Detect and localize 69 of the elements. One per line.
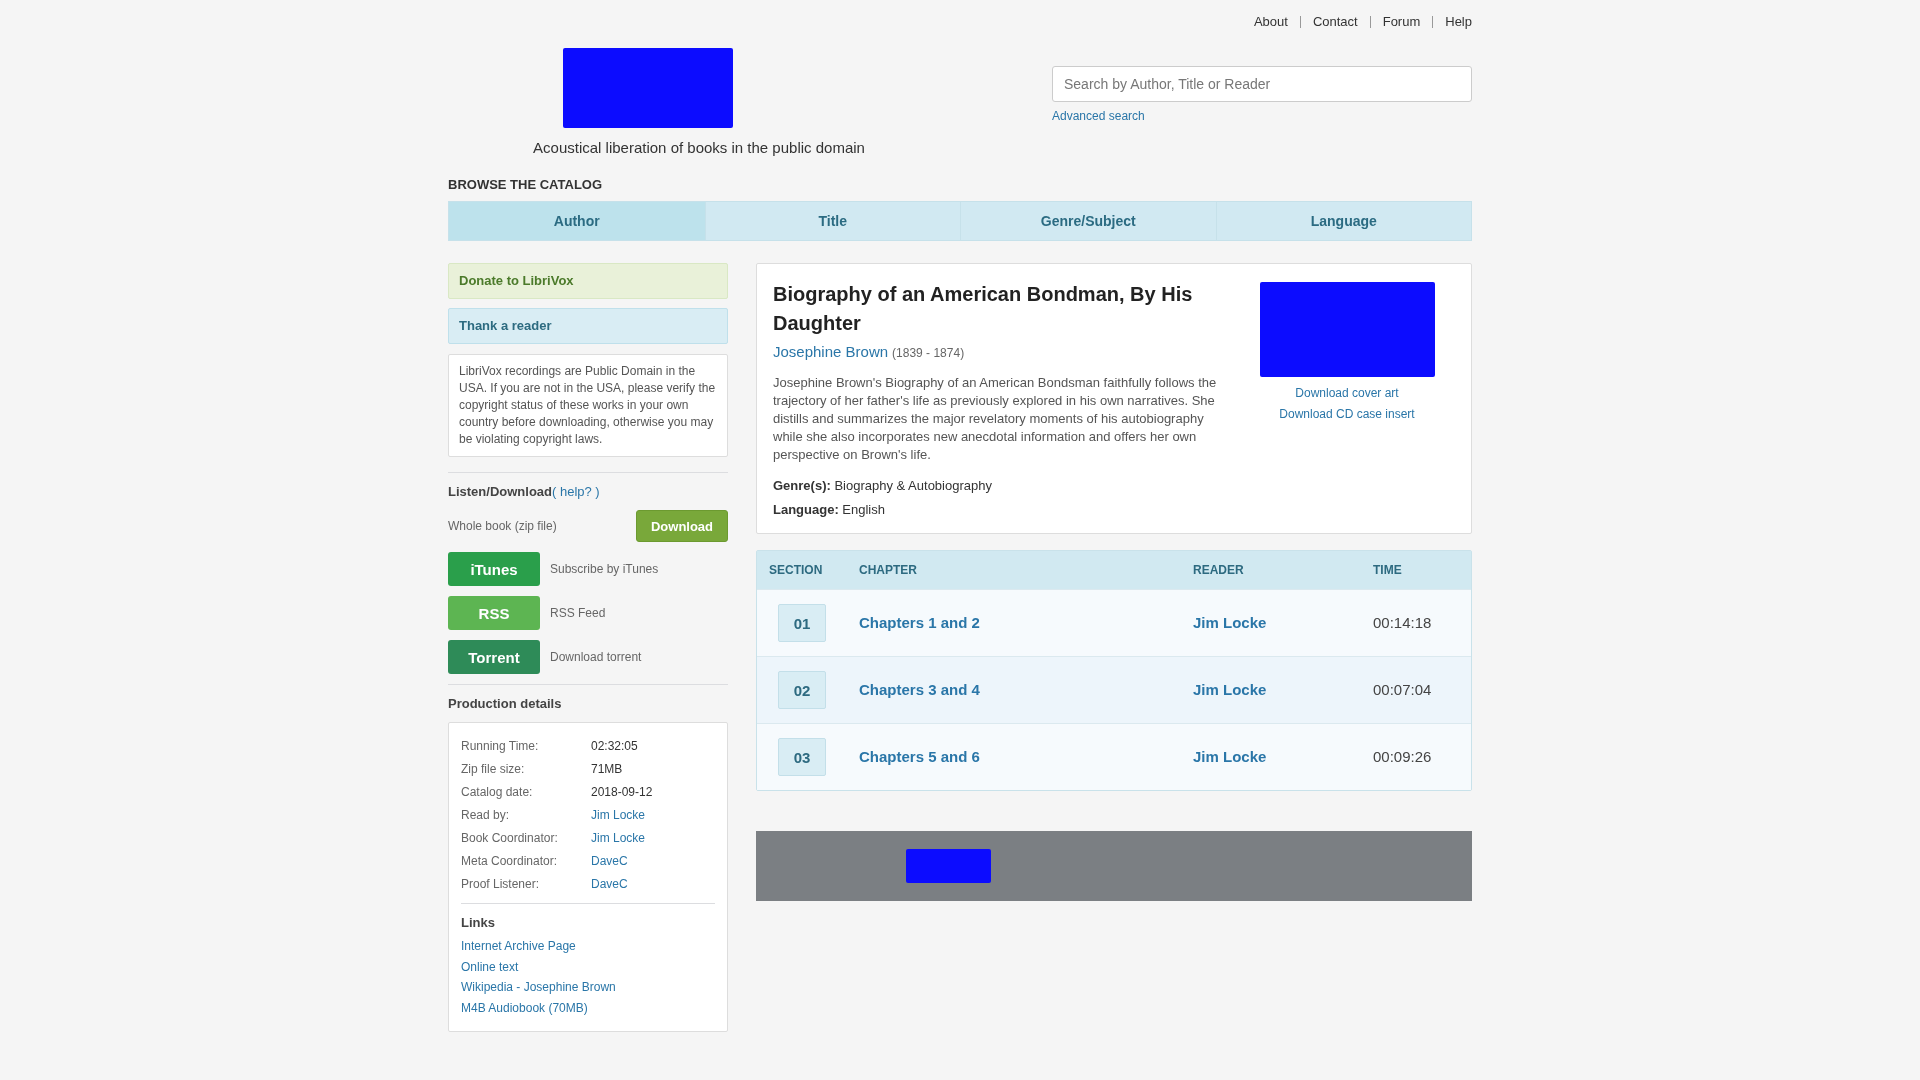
feed-label: Subscribe by iTunes — [550, 562, 659, 576]
detail-label: Book Coordinator: — [461, 830, 559, 847]
duration-text: 00:09:26 — [1373, 748, 1432, 765]
feed-label: Download torrent — [550, 650, 642, 664]
author-link[interactable]: Josephine Brown — [773, 343, 889, 360]
resource-link[interactable]: M4B Audiobook (70MB) — [461, 1000, 588, 1015]
section-number: 02 — [778, 671, 826, 709]
column-header: TIME — [1372, 563, 1403, 577]
detail-link[interactable]: DaveC — [591, 850, 628, 873]
feed-button[interactable]: Torrent — [448, 640, 540, 674]
resource-link[interactable]: Internet Archive Page — [461, 939, 576, 953]
detail-value: 2018-09-12 — [591, 784, 653, 801]
cover-download-link[interactable]: Download CD case insert — [1279, 404, 1415, 425]
book-title: Biography of an American Bondman, By His Daughter — [773, 282, 1194, 336]
feed-label: RSS Feed — [550, 606, 606, 620]
production-heading: Production details — [448, 695, 563, 712]
copyright-notice: LibriVox recordings are Public Domain in the USA. If you are not in the USA, please verify the copyright status of these works in your own country before downloading, otherwise you may be violating copyright laws. — [448, 354, 728, 457]
detail-label: Proof Listener: — [461, 876, 541, 893]
nav-link[interactable]: Help — [1445, 14, 1472, 30]
chapter-link[interactable]: Chapters 5 and 6 — [859, 748, 980, 765]
language-line: Language: English — [773, 501, 886, 519]
nav-link[interactable]: Contact — [1312, 14, 1358, 30]
nav-link[interactable]: Forum — [1382, 14, 1421, 30]
reader-link[interactable]: Jim Locke — [1193, 748, 1267, 765]
author-dates: (1839 - 1874) — [892, 346, 965, 360]
detail-label: Read by: — [461, 807, 511, 824]
section-number: 03 — [778, 738, 826, 776]
nav-link[interactable]: About — [1253, 14, 1288, 30]
duration-text: 00:07:04 — [1373, 681, 1432, 698]
duration-text: 00:14:18 — [1373, 614, 1432, 631]
search-field[interactable]: Search by Author, Title or Reader — [1052, 66, 1472, 102]
section-number: 01 — [778, 604, 826, 642]
genre-line: Genre(s): Biography & Autobiography — [773, 477, 993, 495]
book-description: Josephine Brown's Biography of an American Bondsman faithfully follows the trajectory of her father's life as previously explored in his own narratives. She distills and summarizes the major revelatory moments of his autobiography while she also incorporates new anecdotal information and offers her own perspective on Brown's life. — [773, 374, 1218, 464]
whole-book-label: Whole book (zip file) — [448, 519, 557, 533]
links-heading: Links — [461, 914, 496, 931]
download-button[interactable]: Download — [636, 510, 728, 542]
catalog-tab[interactable]: Genre/Subject — [960, 202, 1216, 240]
feed-button[interactable]: RSS — [448, 596, 540, 630]
help-link[interactable]: ( help? ) — [552, 484, 600, 499]
column-header: READER — [1192, 563, 1245, 577]
catalog-tab[interactable]: Language — [1215, 202, 1471, 240]
chapter-link[interactable]: Chapters 1 and 2 — [859, 614, 980, 631]
chapter-link[interactable]: Chapters 3 and 4 — [859, 681, 980, 698]
reader-link[interactable]: Jim Locke — [1193, 681, 1267, 698]
column-header: SECTION — [768, 563, 824, 577]
detail-link[interactable]: Jim Locke — [591, 827, 646, 850]
catalog-tab[interactable]: Title — [704, 202, 960, 240]
detail-label: Running Time: — [461, 738, 540, 755]
detail-label: Catalog date: — [461, 784, 534, 801]
detail-link[interactable]: DaveC — [591, 873, 628, 896]
detail-label: Meta Coordinator: — [461, 853, 559, 870]
detail-value: 71MB — [591, 761, 623, 778]
column-header: CHAPTER — [858, 563, 918, 577]
detail-value: 02:32:05 — [591, 738, 638, 755]
resource-link[interactable]: Online text — [461, 959, 519, 974]
detail-link[interactable]: Jim Locke — [591, 804, 646, 827]
catalog-tab[interactable]: Author — [449, 202, 705, 240]
tagline: Acoustical liberation of books in the public domain — [532, 138, 866, 158]
donate-link[interactable]: Donate to LibriVox — [448, 263, 728, 299]
thank-reader-link[interactable]: Thank a reader — [448, 308, 728, 344]
feed-button[interactable]: iTunes — [448, 552, 540, 586]
reader-link[interactable]: Jim Locke — [1193, 614, 1267, 631]
cover-download-link[interactable]: Download cover art — [1295, 383, 1399, 404]
detail-label: Zip file size: — [461, 761, 526, 778]
advanced-search-link[interactable]: Advanced search — [1052, 108, 1145, 124]
listen-download-heading: Listen/Download — [448, 484, 552, 499]
resource-link[interactable]: Wikipedia - Josephine Brown — [461, 980, 616, 994]
section-heading: BROWSE THE CATALOG — [448, 177, 604, 193]
